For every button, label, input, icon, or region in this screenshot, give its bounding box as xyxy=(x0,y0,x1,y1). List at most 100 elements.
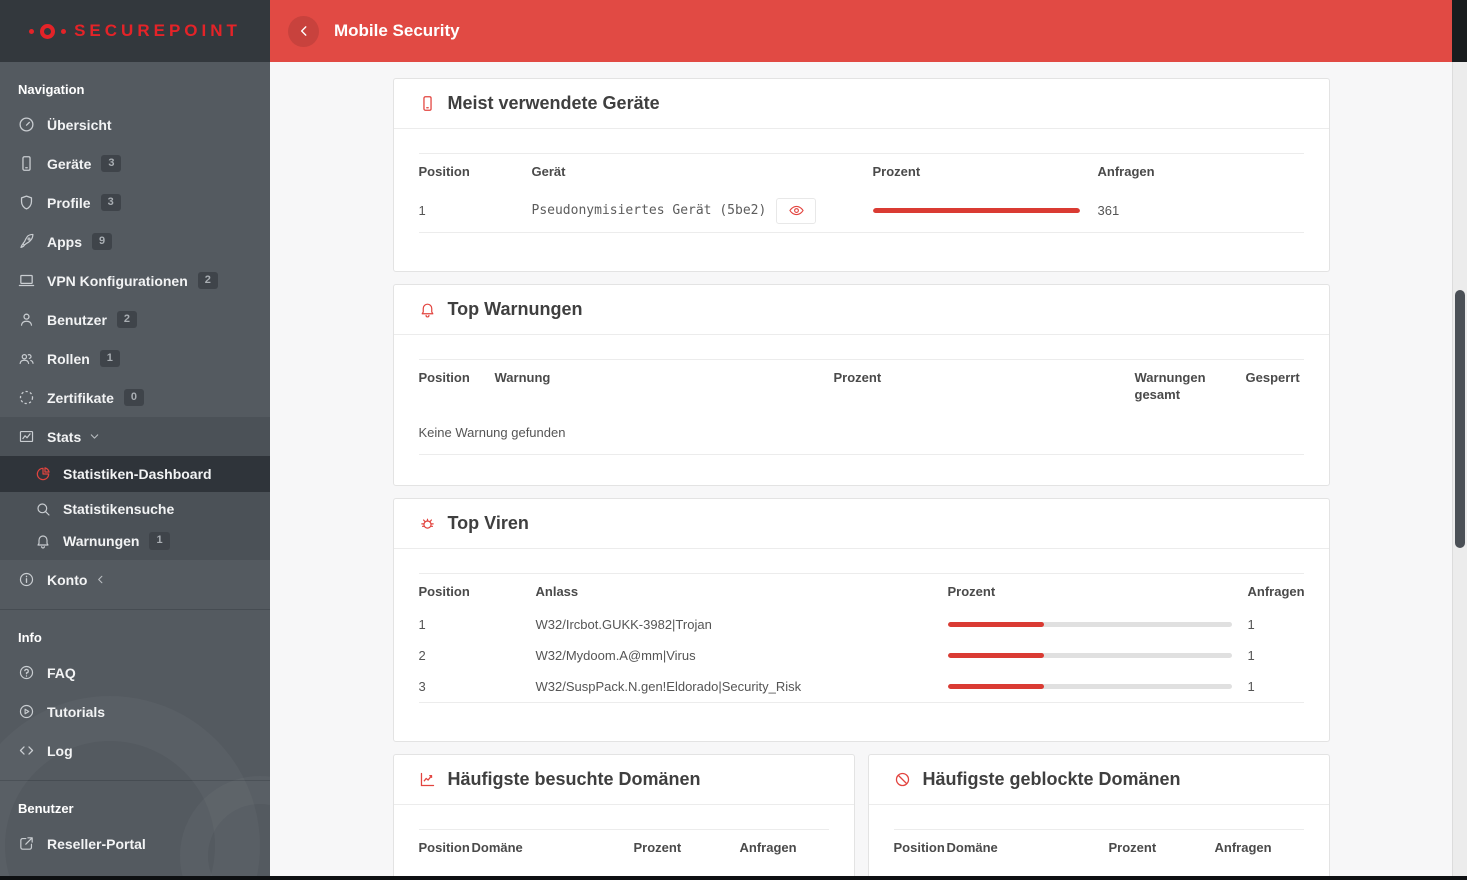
chevron-left-icon xyxy=(297,24,311,38)
requests-cell: 1 xyxy=(1247,617,1255,633)
certificate-icon xyxy=(18,389,35,406)
sidebar-item-label: Benutzer xyxy=(47,311,107,328)
progress-bar xyxy=(947,622,1045,628)
page-title: Mobile Security xyxy=(334,21,460,40)
virus-name: W32/Ircbot.GUKK-3982|Trojan xyxy=(535,617,712,633)
sidebar-item-zertifikate[interactable]: Zertifikate 0 xyxy=(0,378,270,417)
card-most-used-devices: Meist verwendete Geräte Position Gerät P… xyxy=(392,78,1330,272)
sidebar-item-statistiken-dashboard[interactable]: Statistiken-Dashboard xyxy=(0,456,270,492)
bell-icon xyxy=(419,301,436,318)
users-icon xyxy=(18,350,35,367)
card-top-warnings: Top Warnungen Position Warnung Prozent W… xyxy=(392,283,1330,486)
sidebar-item-warnungen[interactable]: Warnungen 1 xyxy=(0,526,270,560)
sidebar-section-benutzer: Benutzer xyxy=(18,801,74,816)
count-badge: 3 xyxy=(100,193,121,212)
sidebar-item-faq[interactable]: FAQ xyxy=(0,653,270,692)
card-title: Häufigste besuchte Domänen xyxy=(447,769,701,790)
sidebar-item-label: VPN Konfigurationen xyxy=(47,272,188,289)
sidebar-item-geraete[interactable]: Geräte 3 xyxy=(0,144,270,183)
sidebar-item-stats[interactable]: Stats xyxy=(0,417,270,456)
logo-ring-icon xyxy=(40,23,56,39)
table-row: 3 W32/SuspPack.N.gen!Eldorado|Security_R… xyxy=(419,671,1304,702)
external-link-icon xyxy=(18,835,35,852)
sidebar-item-label: Konto xyxy=(47,571,88,588)
count-badge: 9 xyxy=(92,232,113,251)
sidebar-item-label: Log xyxy=(47,742,73,759)
requests-cell: 1 xyxy=(1247,648,1255,664)
percent-cell xyxy=(872,200,1098,221)
progress-bar xyxy=(872,208,1080,214)
table-row: 1 W32/Ircbot.GUKK-3982|Trojan 1 xyxy=(419,609,1304,640)
play-icon xyxy=(18,703,35,720)
sidebar-item-benutzer[interactable]: Benutzer 2 xyxy=(0,300,270,339)
logo-text: SECUREPOINT xyxy=(74,21,241,40)
table-header-row: Position Domäne Prozent Anfragen xyxy=(418,840,797,856)
chevron-down-icon xyxy=(89,431,100,442)
virus-name: W32/SuspPack.N.gen!Eldorado|Security_Ris… xyxy=(535,679,802,695)
table-header-row: Position Domäne Prozent Anfragen xyxy=(893,840,1272,856)
rocket-icon xyxy=(18,233,35,250)
table-header-row: Position Warnung Prozent Warnungen gesam… xyxy=(418,369,1300,403)
sidebar-item-label: FAQ xyxy=(47,664,76,681)
user-icon xyxy=(18,311,35,328)
card-top-viruses: Top Viren Position Anlass Prozent Anfrag… xyxy=(392,497,1330,743)
shield-icon xyxy=(18,194,35,211)
sidebar-item-statistikensuche[interactable]: Statistikensuche xyxy=(0,492,270,526)
view-device-button[interactable] xyxy=(776,197,817,224)
sidebar-item-konto[interactable]: Konto xyxy=(0,560,270,599)
card-title: Top Viren xyxy=(447,512,529,533)
device-cell: Pseudonymisiertes Gerät (5be2) xyxy=(532,190,873,232)
sidebar-item-label: Übersicht xyxy=(47,116,112,133)
card-blocked-domains: Häufigste geblockte Domänen Position Dom… xyxy=(867,754,1330,880)
device-name: Pseudonymisiertes Gerät (5be2) xyxy=(531,203,767,219)
sidebar-item-label: Geräte xyxy=(47,155,92,172)
sidebar-section-info: Info xyxy=(18,630,42,645)
card-title: Meist verwendete Geräte xyxy=(447,93,660,113)
count-badge: 2 xyxy=(116,310,138,329)
sidebar-item-label: Tutorials xyxy=(47,703,106,720)
topbar: Mobile Security xyxy=(270,0,1452,62)
progress-bar xyxy=(947,653,1045,659)
count-badge: 2 xyxy=(197,271,218,290)
laptop-icon xyxy=(18,272,35,289)
sidebar-item-tutorials[interactable]: Tutorials xyxy=(0,692,270,731)
count-badge: 1 xyxy=(99,349,120,368)
logo-dot-icon xyxy=(29,28,35,34)
count-badge: 3 xyxy=(101,154,122,173)
sidebar-item-rollen[interactable]: Rollen 1 xyxy=(0,339,270,378)
table-row: 2 W32/Mydoom.A@mm|Virus 1 xyxy=(419,640,1304,671)
table-row: 1 Pseudonymisiertes Gerät (5be2) 361 xyxy=(419,190,1304,232)
chevron-left-icon xyxy=(95,574,106,585)
app-window: SECUREPOINT Navigation Übersicht Geräte … xyxy=(0,0,1467,880)
empty-state-text: Keine Warnung gefunden xyxy=(418,424,566,440)
sidebar-item-vpn-konfigurationen[interactable]: VPN Konfigurationen 2 xyxy=(0,261,270,300)
bug-icon xyxy=(419,515,436,532)
pie-chart-icon xyxy=(35,466,51,482)
back-button[interactable] xyxy=(288,15,319,47)
window-bottom-edge xyxy=(0,876,1467,880)
sidebar: SECUREPOINT Navigation Übersicht Geräte … xyxy=(0,0,270,880)
search-icon xyxy=(35,501,51,517)
sidebar-item-label: Statistikensuche xyxy=(63,501,175,517)
sidebar-item-reseller-portal[interactable]: Reseller-Portal xyxy=(0,824,270,863)
sidebar-item-label: Zertifikate xyxy=(47,389,114,406)
sidebar-item-profile[interactable]: Profile 3 xyxy=(0,183,270,222)
sidebar-item-label: Apps xyxy=(47,233,82,250)
logo-dot-icon xyxy=(61,28,67,34)
block-icon xyxy=(894,771,911,788)
card-visited-domains: Häufigste besuchte Domänen Position Domä… xyxy=(392,754,855,880)
info-icon xyxy=(18,571,35,588)
scrollbar-thumb[interactable] xyxy=(1455,290,1465,548)
smartphone-icon xyxy=(18,155,35,172)
content-scroll-area[interactable]: Meist verwendete Geräte Position Gerät P… xyxy=(270,62,1452,880)
main-area: Mobile Security Meist verwendete Geräte … xyxy=(270,0,1452,880)
sidebar-item-log[interactable]: Log xyxy=(0,731,270,770)
table-header-row: Position Anlass Prozent Anfragen xyxy=(418,583,1305,599)
sidebar-item-apps[interactable]: Apps 9 xyxy=(0,222,270,261)
brand-logo[interactable]: SECUREPOINT xyxy=(0,0,270,62)
sidebar-item-uebersicht[interactable]: Übersicht xyxy=(0,105,270,144)
requests-cell: 1 xyxy=(1247,679,1255,695)
chart-line-icon xyxy=(419,771,436,788)
bell-icon xyxy=(35,533,51,549)
scrollbar-track[interactable] xyxy=(1452,62,1467,880)
